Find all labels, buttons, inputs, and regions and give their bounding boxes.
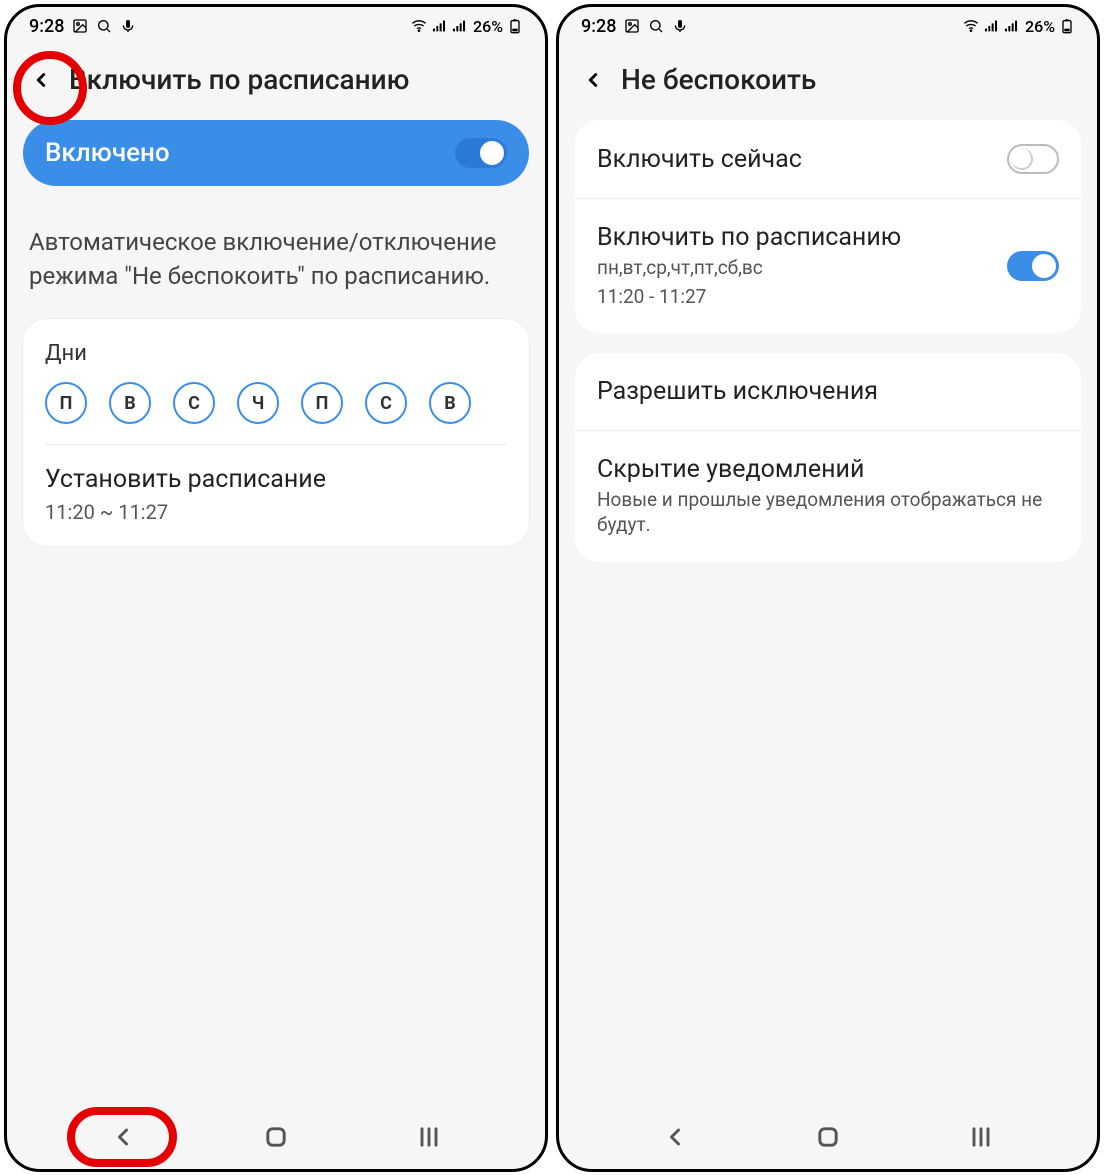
day-chip-mon[interactable]: П [45,382,87,424]
wifi-icon [963,18,979,34]
enable-schedule-title: Включить по расписанию [597,223,901,252]
content-left: Включено Автоматическое включение/отключ… [7,120,545,1105]
enable-schedule-switch[interactable] [1007,251,1059,281]
mic-icon [672,18,688,34]
dnd-secondary-card: Разрешить исключения Скрытие уведомлений… [575,353,1081,561]
exceptions-title: Разрешить исключения [597,377,878,406]
dnd-main-card: Включить сейчас Включить по расписанию п… [575,120,1081,333]
status-left: 9:28 [581,16,688,37]
nav-home-button[interactable] [258,1119,294,1155]
exceptions-row[interactable]: Разрешить исключения [575,353,1081,430]
day-chip-tue[interactable]: В [109,382,151,424]
app-header: Включить по расписанию [7,45,545,120]
annotation-back-highlight [13,51,87,125]
battery-percent: 26% [1025,17,1055,36]
status-bar: 9:28 26% [559,7,1097,45]
enable-schedule-time: 11:20 - 11:27 [597,285,901,310]
enable-now-title: Включить сейчас [597,145,802,174]
status-bar: 9:28 26% [7,7,545,45]
enable-now-row[interactable]: Включить сейчас [575,120,1081,198]
signal-icon-1 [983,18,999,34]
page-title: Включить по расписанию [69,63,409,96]
image-icon [624,18,640,34]
back-button[interactable] [579,66,607,94]
set-schedule-title: Установить расписание [45,465,507,494]
day-chip-wed[interactable]: С [173,382,215,424]
signal-icon-2 [1003,18,1019,34]
day-chip-sat[interactable]: С [365,382,407,424]
status-time: 9:28 [581,16,616,37]
search-icon [648,18,664,34]
battery-percent: 26% [473,17,503,36]
schedule-card: Дни П В С Ч П С В Установить расписание … [23,319,529,546]
day-chip-sun[interactable]: В [429,382,471,424]
app-header: Не беспокоить [559,45,1097,120]
hide-notifications-title: Скрытие уведомлений [597,455,1059,484]
days-label: Дни [45,341,507,366]
master-toggle-row[interactable]: Включено [23,120,529,186]
nav-bar [559,1105,1097,1169]
page-title: Не беспокоить [621,63,816,96]
status-time: 9:28 [29,16,64,37]
nav-home-button[interactable] [810,1119,846,1155]
set-schedule-value: 11:20 ~ 11:27 [45,500,507,524]
master-toggle-label: Включено [45,138,170,168]
schedule-description: Автоматическое включение/отключение режи… [23,226,529,319]
hide-notifications-sub: Новые и прошлые уведомления отображаться… [597,488,1059,537]
master-toggle-switch[interactable] [455,138,507,168]
day-chip-thu[interactable]: Ч [237,382,279,424]
phone-right: 9:28 26% [556,4,1100,1172]
nav-bar [7,1105,545,1169]
annotation-nav-back-highlight [67,1107,177,1167]
search-icon [96,18,112,34]
day-row: П В С Ч П С В [45,382,507,424]
content-right: Включить сейчас Включить по расписанию п… [559,120,1097,1105]
nav-recents-button[interactable] [963,1119,999,1155]
mic-icon [120,18,136,34]
status-left: 9:28 [29,16,136,37]
phone-left: 9:28 26% [4,4,548,1172]
wifi-icon [411,18,427,34]
enable-schedule-row[interactable]: Включить по расписанию пн,вт,ср,чт,пт,сб… [575,198,1081,333]
signal-icon-1 [431,18,447,34]
status-right: 26% [963,17,1075,36]
enable-now-switch[interactable] [1007,144,1059,174]
days-section[interactable]: Дни П В С Ч П С В [45,341,507,424]
nav-recents-button[interactable] [411,1119,447,1155]
image-icon [72,18,88,34]
nav-back-button[interactable] [657,1119,693,1155]
battery-icon [1059,18,1075,34]
hide-notifications-row[interactable]: Скрытие уведомлений Новые и прошлые увед… [575,430,1081,561]
day-chip-fri[interactable]: П [301,382,343,424]
set-schedule-section[interactable]: Установить расписание 11:20 ~ 11:27 [45,444,507,524]
signal-icon-2 [451,18,467,34]
enable-schedule-days: пн,вт,ср,чт,пт,сб,вс [597,256,901,281]
status-right: 26% [411,17,523,36]
battery-icon [507,18,523,34]
